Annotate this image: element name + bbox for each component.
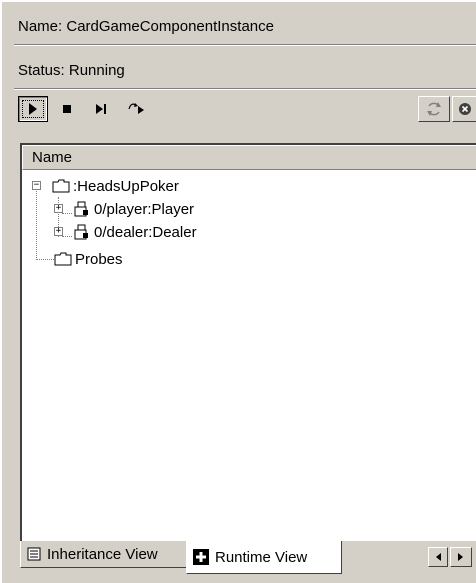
view-tabs: Inheritance View Runtime View	[14, 541, 476, 583]
tree-item[interactable]: 0/dealer:Dealer	[74, 221, 197, 243]
collapse-toggle[interactable]: −	[32, 181, 41, 190]
separator	[14, 88, 476, 90]
name-label: Name:	[18, 18, 63, 35]
status-value: Running	[68, 62, 125, 79]
tree-item-label: 0/dealer:Dealer	[94, 223, 197, 241]
tab-scroll-left-button[interactable]	[428, 547, 448, 567]
component-icon	[74, 224, 88, 240]
status-line: Status: Running	[18, 62, 125, 79]
runtime-icon	[193, 549, 209, 565]
toolbar-left	[18, 96, 158, 122]
tree-line	[36, 259, 54, 260]
right-arrow-icon	[458, 553, 463, 561]
tree-item[interactable]: :HeadsUpPoker	[52, 175, 179, 197]
tree-line	[62, 236, 72, 237]
runtime-tree-panel[interactable]: Name − :HeadsUpPoker + 0/player:Player +…	[20, 143, 476, 541]
step-over-button[interactable]	[122, 96, 152, 122]
left-arrow-icon	[436, 553, 441, 561]
document-icon	[27, 547, 41, 561]
tree-item[interactable]: 0/player:Player	[74, 198, 194, 220]
tree-item-label: Probes	[75, 250, 123, 268]
close-icon	[459, 103, 471, 115]
tab-scroll-right-button[interactable]	[450, 547, 472, 567]
tab-label: Runtime View	[215, 548, 308, 566]
refresh-icon	[427, 102, 441, 116]
stop-button[interactable]	[52, 96, 82, 122]
component-icon	[74, 201, 88, 217]
run-button[interactable]	[18, 96, 48, 122]
tree-item[interactable]: Probes	[54, 248, 123, 270]
expand-toggle[interactable]: +	[54, 204, 63, 213]
tree-item-label: :HeadsUpPoker	[73, 177, 179, 195]
step-icon	[96, 104, 106, 114]
folder-icon	[52, 179, 70, 193]
tree-line	[36, 189, 37, 260]
instance-name-line: Name: CardGameComponentInstance	[18, 18, 274, 35]
status-label: Status:	[18, 62, 65, 79]
toolbar-right	[418, 96, 476, 122]
name-column-label: Name	[32, 149, 73, 166]
tab-inheritance-view[interactable]: Inheritance View	[20, 541, 188, 568]
stop-icon	[63, 105, 71, 113]
separator	[14, 44, 476, 46]
refresh-button[interactable]	[418, 96, 450, 122]
tree-item-label: 0/player:Player	[94, 200, 195, 218]
step-over-icon	[128, 103, 144, 114]
close-button[interactable]	[452, 96, 476, 122]
step-button[interactable]	[86, 96, 116, 122]
folder-icon	[54, 252, 72, 266]
tab-label: Inheritance View	[47, 545, 158, 563]
tree-line	[62, 213, 72, 214]
tab-runtime-view[interactable]: Runtime View	[186, 541, 342, 574]
expand-toggle[interactable]: +	[54, 227, 63, 236]
name-value: CardGameComponentInstance	[66, 18, 274, 35]
name-column-header[interactable]: Name	[22, 145, 476, 170]
